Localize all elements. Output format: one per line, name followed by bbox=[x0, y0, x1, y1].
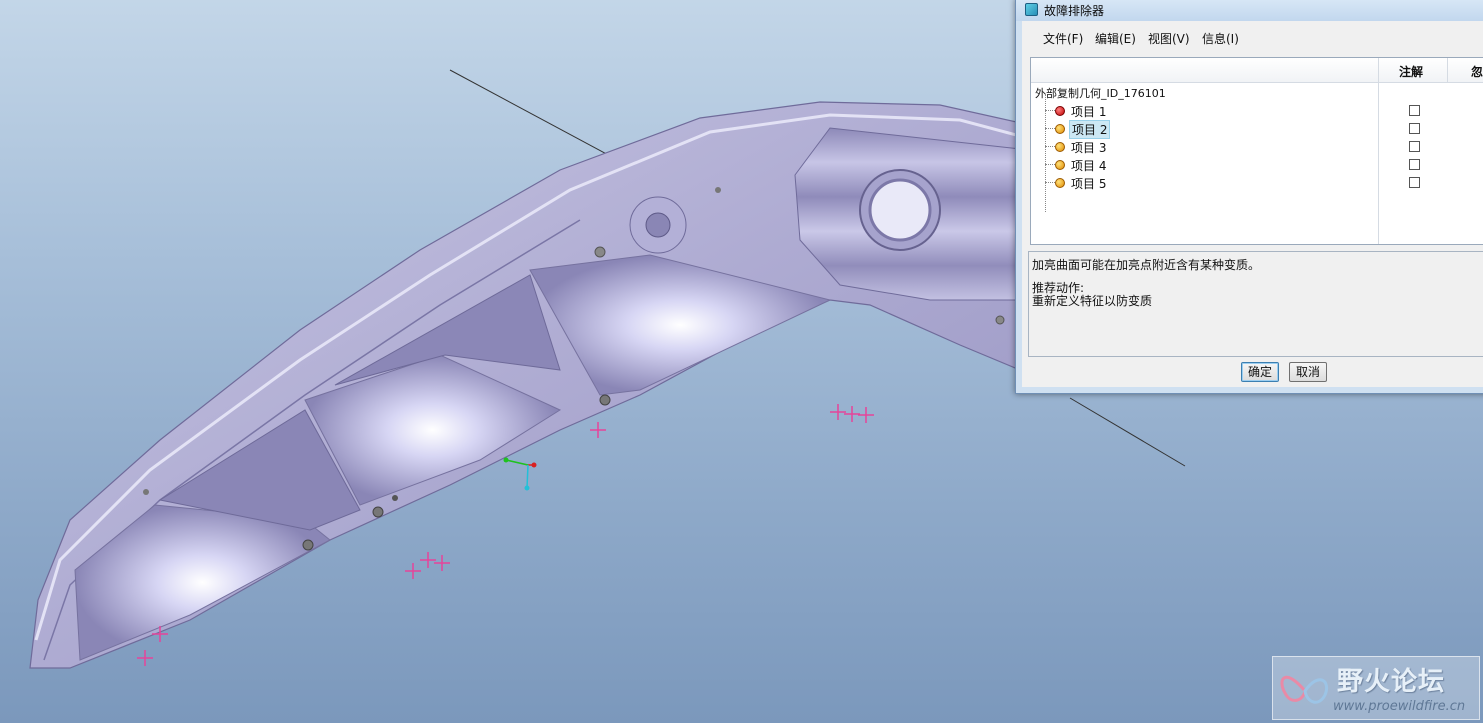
column-divider bbox=[1447, 58, 1448, 82]
tree-item-5[interactable]: 项目 5 bbox=[1031, 174, 1483, 192]
column-header: 注解 忽 bbox=[1031, 58, 1483, 83]
app-icon bbox=[1025, 3, 1038, 16]
note-checkbox[interactable] bbox=[1409, 159, 1420, 170]
warning-status-icon bbox=[1055, 142, 1065, 152]
forum-watermark: 野火论坛 www.proewildfire.cn bbox=[1272, 656, 1480, 720]
tree-item-4[interactable]: 项目 4 bbox=[1031, 156, 1483, 174]
menu-edit[interactable]: 编辑(E) bbox=[1095, 30, 1136, 47]
watermark-url: www.proewildfire.cn bbox=[1333, 699, 1466, 714]
warning-status-icon bbox=[1055, 178, 1065, 188]
recommend-text: 重新定义特征以防变质 bbox=[1032, 294, 1153, 308]
column-ignore[interactable]: 忽 bbox=[1471, 63, 1483, 80]
message-panel: 加亮曲面可能在加亮点附近含有某种变质。 推荐动作: 重新定义特征以防变质 bbox=[1028, 251, 1483, 357]
note-checkbox[interactable] bbox=[1409, 177, 1420, 188]
tree-item-1[interactable]: 项目 1 bbox=[1031, 102, 1483, 120]
item-label: 项目 2 bbox=[1069, 120, 1111, 139]
dialog-client: 文件(F) 编辑(E) 视图(V) 信息(I) 注解 忽 外部复制几何_ID_1… bbox=[1022, 21, 1483, 387]
warning-status-icon bbox=[1055, 160, 1065, 170]
note-checkbox[interactable] bbox=[1409, 123, 1420, 134]
item-label: 项目 4 bbox=[1071, 159, 1107, 173]
tree-root[interactable]: 外部复制几何_ID_176101 bbox=[1035, 85, 1166, 101]
title-bar[interactable]: 故障排除器 bbox=[1016, 0, 1483, 21]
item-label: 项目 1 bbox=[1071, 105, 1107, 119]
ok-button[interactable]: 确定 bbox=[1241, 362, 1280, 382]
watermark-title: 野火论坛 bbox=[1337, 667, 1446, 697]
dialog-title: 故障排除器 bbox=[1044, 4, 1105, 18]
menu-file[interactable]: 文件(F) bbox=[1043, 30, 1083, 47]
tree-item-2[interactable]: 项目 2 bbox=[1031, 120, 1483, 139]
troubleshooter-dialog: 故障排除器 文件(F) 编辑(E) 视图(V) 信息(I) 注解 忽 外部复制几… bbox=[1015, 0, 1483, 394]
error-status-icon bbox=[1055, 106, 1065, 116]
column-note[interactable]: 注解 bbox=[1399, 63, 1423, 80]
menu-info[interactable]: 信息(I) bbox=[1202, 30, 1239, 47]
note-checkbox[interactable] bbox=[1409, 141, 1420, 152]
item-label: 项目 5 bbox=[1071, 177, 1107, 191]
item-tree[interactable]: 注解 忽 外部复制几何_ID_176101 项目 1 项目 2 项目 3 项目 … bbox=[1030, 57, 1483, 245]
butterfly-logo-icon bbox=[1280, 675, 1328, 704]
menu-view[interactable]: 视图(V) bbox=[1148, 30, 1190, 47]
cancel-button[interactable]: 取消 bbox=[1289, 362, 1328, 382]
note-checkbox[interactable] bbox=[1409, 105, 1420, 116]
warning-status-icon bbox=[1055, 124, 1065, 134]
tree-item-3[interactable]: 项目 3 bbox=[1031, 138, 1483, 156]
message-text: 加亮曲面可能在加亮点附近含有某种变质。 bbox=[1032, 258, 1261, 272]
menu-bar: 文件(F) 编辑(E) 视图(V) 信息(I) bbox=[1022, 21, 1483, 51]
item-label: 项目 3 bbox=[1071, 141, 1107, 155]
